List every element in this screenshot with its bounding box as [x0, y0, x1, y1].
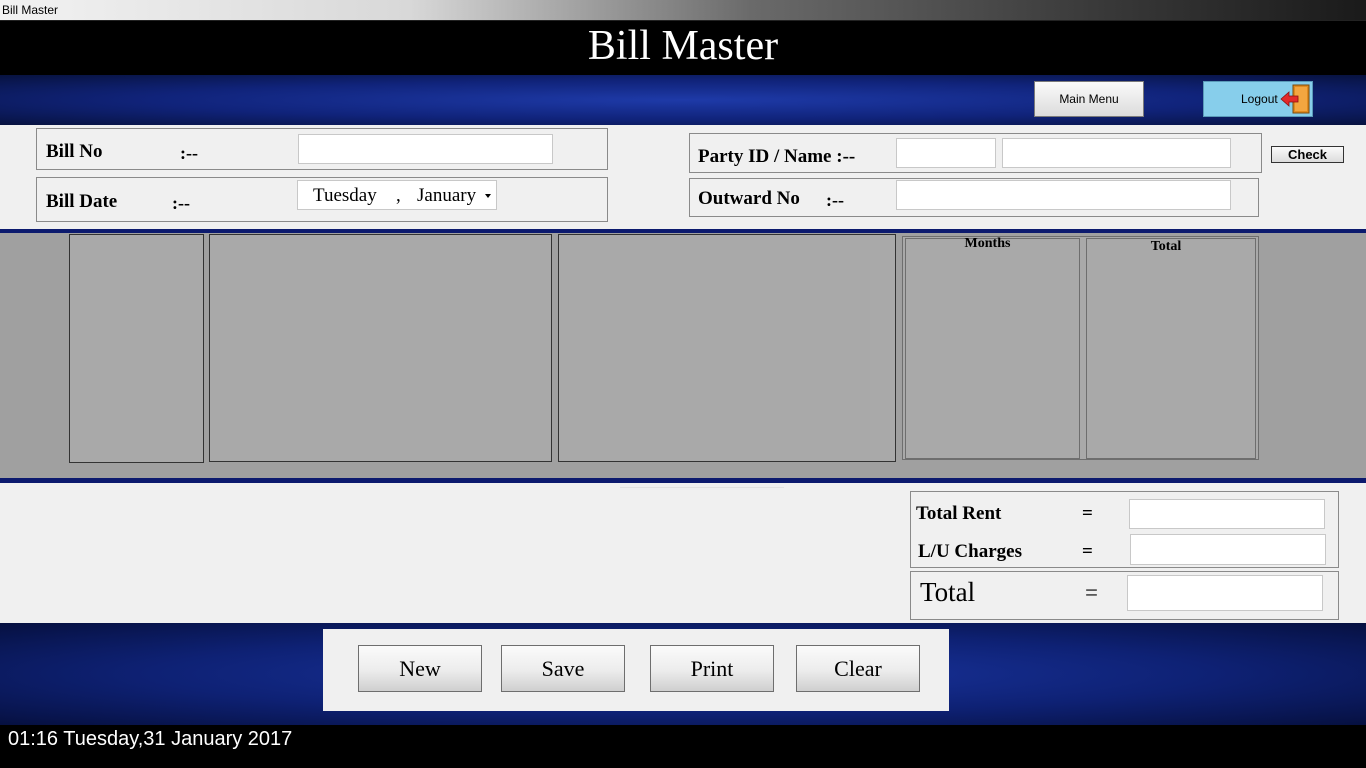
bill-date-comma: , [396, 185, 401, 206]
lu-charges-input[interactable] [1130, 534, 1326, 565]
months-column[interactable] [905, 238, 1080, 459]
outward-label: Outward No [698, 188, 800, 209]
bill-date-picker[interactable]: Tuesday , January [297, 180, 497, 210]
grid-panel-2[interactable] [209, 234, 552, 462]
bill-no-separator: :-- [180, 143, 198, 163]
bill-no-label: Bill No [46, 141, 103, 162]
check-button[interactable]: Check [1271, 146, 1344, 163]
total-column[interactable] [1086, 238, 1256, 459]
lu-charges-equals: = [1082, 541, 1093, 562]
outward-separator: :-- [826, 190, 844, 210]
chevron-down-icon[interactable] [485, 194, 491, 198]
grand-total-label: Total [920, 577, 976, 607]
total-rent-label: Total Rent [916, 503, 1002, 524]
total-rent-equals: = [1082, 503, 1093, 524]
total-rent-input[interactable] [1129, 499, 1325, 529]
lu-charges-label: L/U Charges [918, 541, 1022, 562]
grid-panel-1[interactable] [69, 234, 204, 463]
bill-date-label: Bill Date [46, 191, 118, 212]
status-datetime: 01:16 Tuesday,31 January 2017 [0, 725, 1366, 768]
grid-panel-3[interactable] [558, 234, 896, 462]
logout-label: Logout [1241, 92, 1278, 106]
nav-band [0, 75, 1366, 125]
scroll-indicator [620, 483, 784, 488]
months-header: Months [964, 236, 1011, 251]
logout-door-icon [1279, 83, 1311, 115]
clear-button[interactable]: Clear [796, 645, 920, 692]
party-id-input[interactable] [896, 138, 996, 168]
bill-date-month: January [417, 185, 477, 206]
main-menu-button[interactable]: Main Menu [1034, 81, 1144, 117]
bill-no-input[interactable] [298, 134, 553, 164]
total-header: Total [1150, 239, 1182, 254]
print-button[interactable]: Print [650, 645, 774, 692]
outward-no-input[interactable] [896, 180, 1231, 210]
bill-date-separator: :-- [172, 193, 190, 213]
new-button[interactable]: New [358, 645, 482, 692]
party-name-input[interactable] [1002, 138, 1231, 168]
save-button[interactable]: Save [501, 645, 625, 692]
grand-total-input[interactable] [1127, 575, 1323, 611]
window-titlebar: Bill Master [0, 0, 1366, 21]
grand-total-equals: = [1085, 580, 1098, 605]
page-title: Bill Master [587, 23, 779, 69]
bill-date-day: Tuesday [313, 185, 377, 206]
party-label: Party ID / Name :-- [698, 146, 856, 167]
